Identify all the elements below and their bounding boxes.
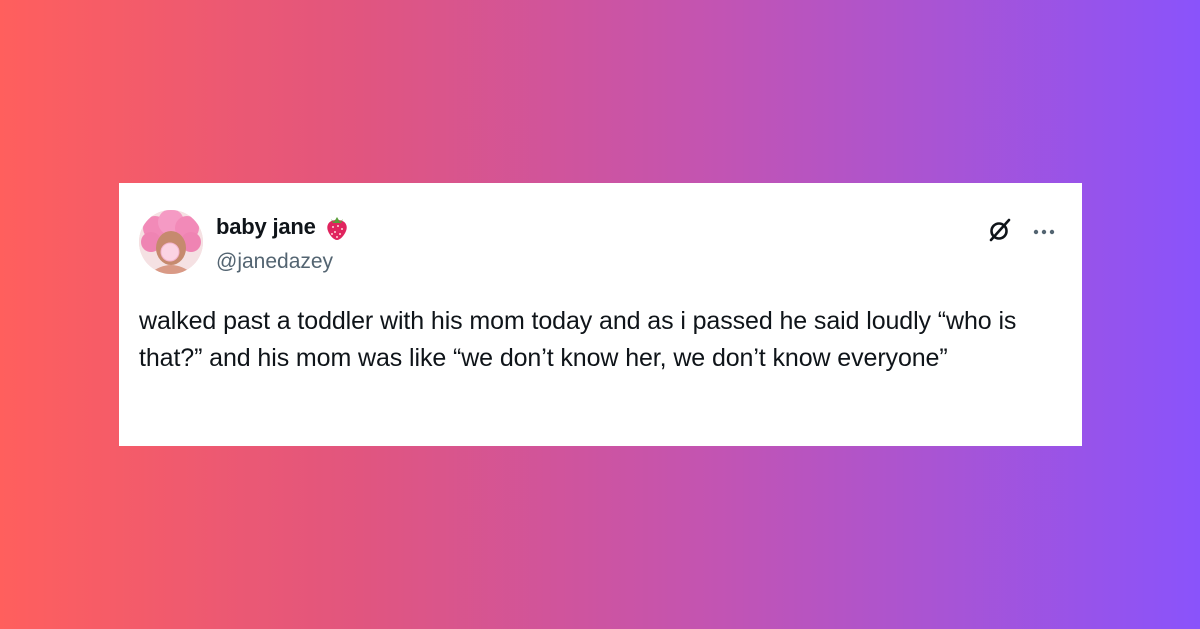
author-display-name[interactable]: baby jane (216, 214, 316, 240)
tweet-text: walked past a toddler with his mom today… (139, 307, 1024, 372)
avatar-image (139, 210, 203, 274)
author-name-row: baby jane (216, 213, 350, 241)
avatar[interactable] (139, 210, 203, 274)
strawberry-icon (324, 213, 350, 241)
tweet-card: baby jane @janedazey walked past a toddl… (119, 183, 1082, 446)
grok-icon (987, 217, 1013, 248)
more-icon (1032, 223, 1056, 241)
grok-button[interactable] (985, 217, 1015, 247)
more-options-button[interactable] (1028, 217, 1060, 247)
author-handle[interactable]: @janedazey (216, 250, 333, 274)
page-background: { "tweet": { "author": { "display_name":… (0, 0, 1200, 629)
